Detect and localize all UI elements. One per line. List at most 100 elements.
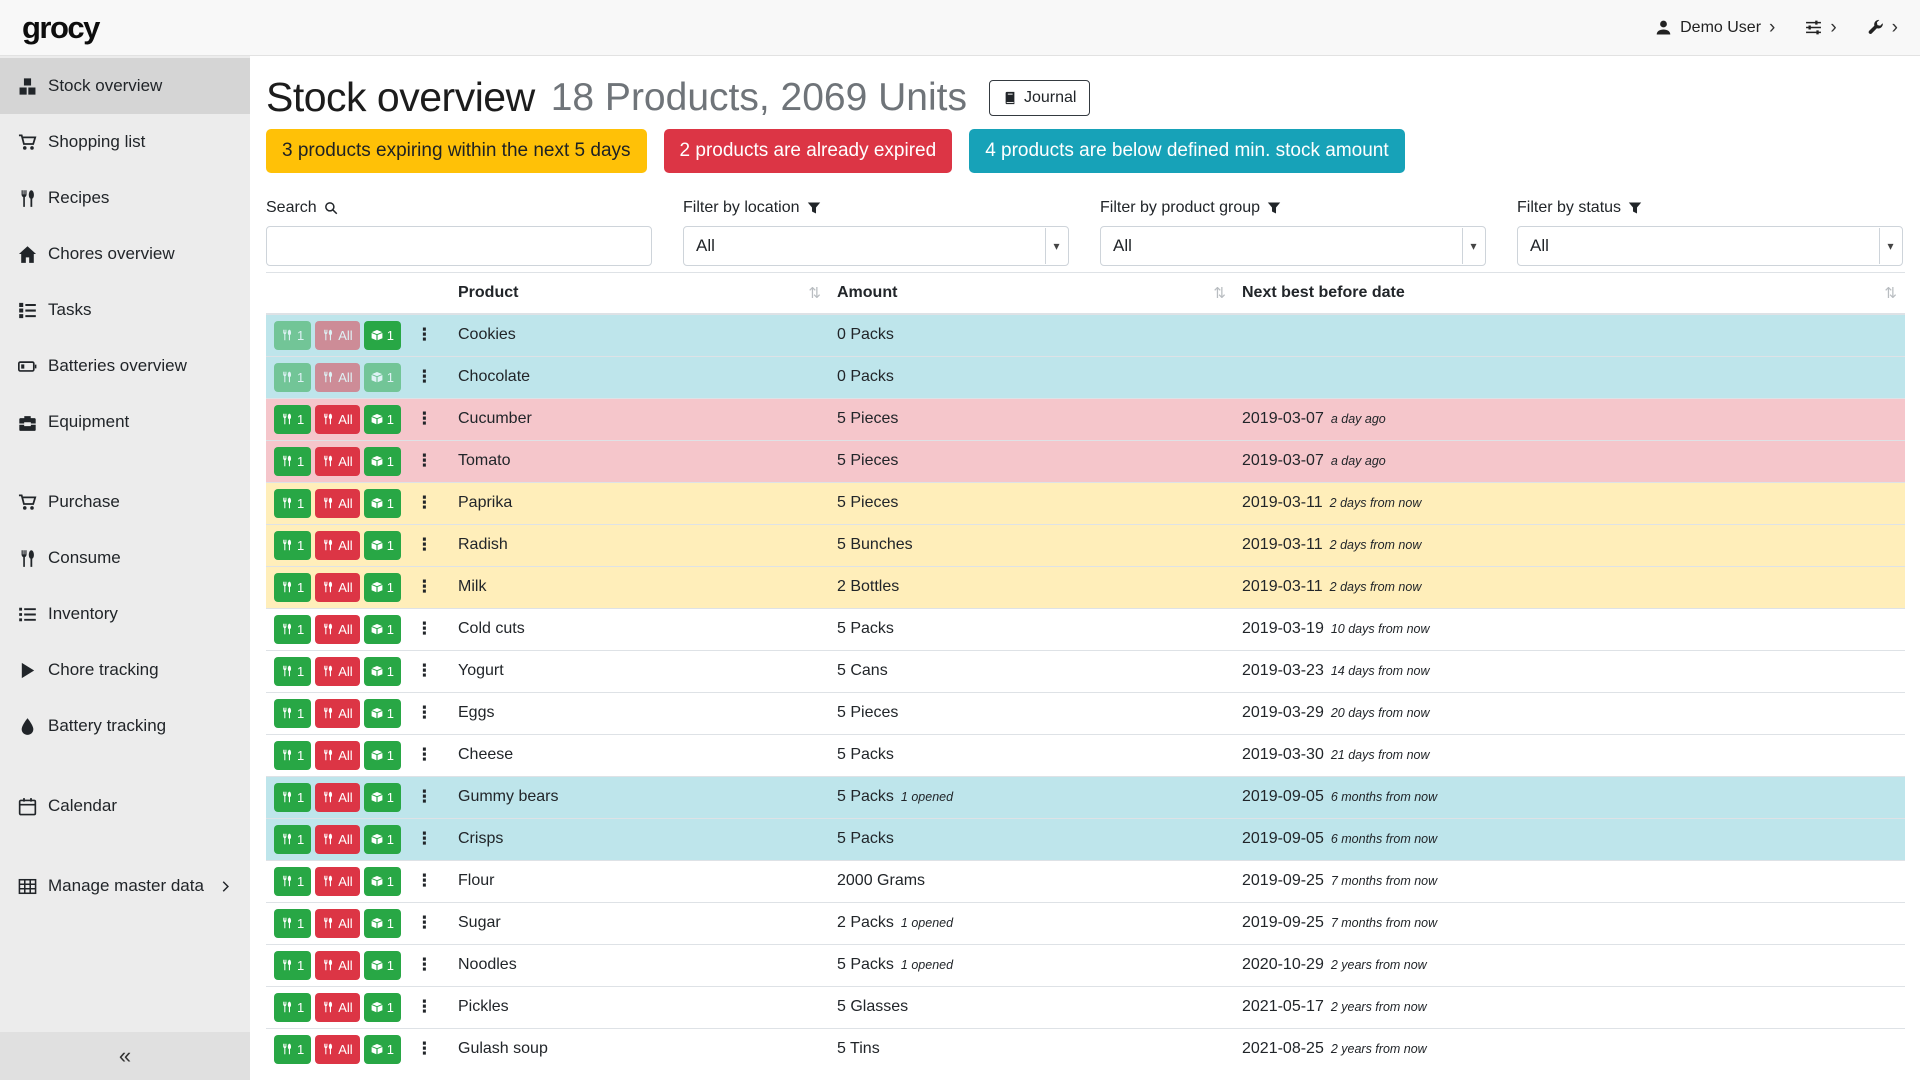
consume-all-button[interactable]: All [315,783,359,812]
display-options-menu[interactable]: › [1805,18,1836,37]
open-one-button[interactable]: 1 [364,909,401,938]
journal-button[interactable]: Journal [989,80,1090,116]
open-one-button[interactable]: 1 [364,699,401,728]
consume-all-button[interactable]: All [315,909,359,938]
consume-one-button[interactable]: 1 [274,405,311,434]
amount-column-header[interactable]: Amount ⇅ [829,273,1234,315]
sidebar-item-consume[interactable]: Consume [0,530,250,586]
consume-all-button[interactable]: All [315,531,359,560]
sidebar-item-inventory[interactable]: Inventory [0,586,250,642]
consume-one-button[interactable]: 1 [274,699,311,728]
consume-all-button[interactable]: All [315,405,359,434]
open-one-button[interactable]: 1 [364,1035,401,1064]
row-menu-button[interactable]: ⋮ [412,955,437,975]
consume-all-button[interactable]: All [315,699,359,728]
consume-one-button[interactable]: 1 [274,909,311,938]
sidebar-item-batteries-overview[interactable]: Batteries overview [0,338,250,394]
sidebar-item-recipes[interactable]: Recipes [0,170,250,226]
sidebar-item-chores-overview[interactable]: Chores overview [0,226,250,282]
row-menu-button[interactable]: ⋮ [412,451,437,471]
sidebar-item-stock-overview[interactable]: Stock overview [0,58,250,114]
expiring-products-alert-button[interactable]: 3 products expiring within the next 5 da… [266,129,647,173]
row-menu-button[interactable]: ⋮ [412,787,437,807]
sidebar-collapse-button[interactable]: « [0,1032,250,1080]
open-one-button[interactable]: 1 [364,363,401,392]
sidebar-item-tasks[interactable]: Tasks [0,282,250,338]
consume-one-button[interactable]: 1 [274,615,311,644]
row-menu-button[interactable]: ⋮ [412,493,437,513]
sidebar-item-battery-tracking[interactable]: Battery tracking [0,698,250,754]
user-menu[interactable]: Demo User › [1655,18,1775,37]
row-menu-button[interactable]: ⋮ [412,325,437,345]
consume-all-button[interactable]: All [315,321,359,350]
consume-one-button[interactable]: 1 [274,657,311,686]
consume-one-button[interactable]: 1 [274,825,311,854]
open-one-button[interactable]: 1 [364,321,401,350]
sort-icon[interactable]: ⇅ [808,284,821,302]
consume-all-button[interactable]: All [315,573,359,602]
open-one-button[interactable]: 1 [364,867,401,896]
consume-all-button[interactable]: All [315,993,359,1022]
open-one-button[interactable]: 1 [364,573,401,602]
sidebar-item-chore-tracking[interactable]: Chore tracking [0,642,250,698]
row-menu-button[interactable]: ⋮ [412,619,437,639]
consume-all-button[interactable]: All [315,489,359,518]
row-menu-button[interactable]: ⋮ [412,661,437,681]
sidebar-item-purchase[interactable]: Purchase [0,474,250,530]
expired-products-alert-button[interactable]: 2 products are already expired [664,129,953,173]
consume-all-button[interactable]: All [315,615,359,644]
row-menu-button[interactable]: ⋮ [412,871,437,891]
consume-one-button[interactable]: 1 [274,1035,311,1064]
best-before-column-header[interactable]: Next best before date ⇅ [1234,273,1905,315]
consume-one-button[interactable]: 1 [274,741,311,770]
row-menu-button[interactable]: ⋮ [412,535,437,555]
consume-one-button[interactable]: 1 [274,867,311,896]
sidebar-item-shopping-list[interactable]: Shopping list [0,114,250,170]
consume-all-button[interactable]: All [315,657,359,686]
sidebar-item-equipment[interactable]: Equipment [0,394,250,450]
grocy-logo[interactable]: grocy [22,10,99,46]
sidebar-item-manage-master-data[interactable]: Manage master data [0,858,250,914]
open-one-button[interactable]: 1 [364,489,401,518]
open-one-button[interactable]: 1 [364,405,401,434]
status-filter-select[interactable]: All ▾ [1517,226,1903,266]
consume-all-button[interactable]: All [315,741,359,770]
open-one-button[interactable]: 1 [364,993,401,1022]
below-min-stock-alert-button[interactable]: 4 products are below defined min. stock … [969,129,1404,173]
consume-one-button[interactable]: 1 [274,489,311,518]
open-one-button[interactable]: 1 [364,741,401,770]
product-group-filter-select[interactable]: All ▾ [1100,226,1486,266]
open-one-button[interactable]: 1 [364,783,401,812]
settings-menu[interactable]: › [1867,18,1898,37]
consume-one-button[interactable]: 1 [274,531,311,560]
consume-all-button[interactable]: All [315,363,359,392]
open-one-button[interactable]: 1 [364,615,401,644]
row-menu-button[interactable]: ⋮ [412,829,437,849]
row-menu-button[interactable]: ⋮ [412,577,437,597]
consume-one-button[interactable]: 1 [274,321,311,350]
consume-all-button[interactable]: All [315,951,359,980]
consume-one-button[interactable]: 1 [274,573,311,602]
row-menu-button[interactable]: ⋮ [412,997,437,1017]
location-filter-select[interactable]: All ▾ [683,226,1069,266]
row-menu-button[interactable]: ⋮ [412,409,437,429]
row-menu-button[interactable]: ⋮ [412,745,437,765]
consume-one-button[interactable]: 1 [274,783,311,812]
open-one-button[interactable]: 1 [364,531,401,560]
consume-one-button[interactable]: 1 [274,447,311,476]
open-one-button[interactable]: 1 [364,447,401,476]
open-one-button[interactable]: 1 [364,657,401,686]
row-menu-button[interactable]: ⋮ [412,367,437,387]
consume-all-button[interactable]: All [315,1035,359,1064]
open-one-button[interactable]: 1 [364,825,401,854]
row-menu-button[interactable]: ⋮ [412,913,437,933]
consume-all-button[interactable]: All [315,867,359,896]
sort-icon[interactable]: ⇅ [1884,284,1897,302]
consume-one-button[interactable]: 1 [274,363,311,392]
open-one-button[interactable]: 1 [364,951,401,980]
consume-one-button[interactable]: 1 [274,993,311,1022]
row-menu-button[interactable]: ⋮ [412,1039,437,1059]
sort-icon[interactable]: ⇅ [1213,284,1226,302]
consume-all-button[interactable]: All [315,825,359,854]
row-menu-button[interactable]: ⋮ [412,703,437,723]
